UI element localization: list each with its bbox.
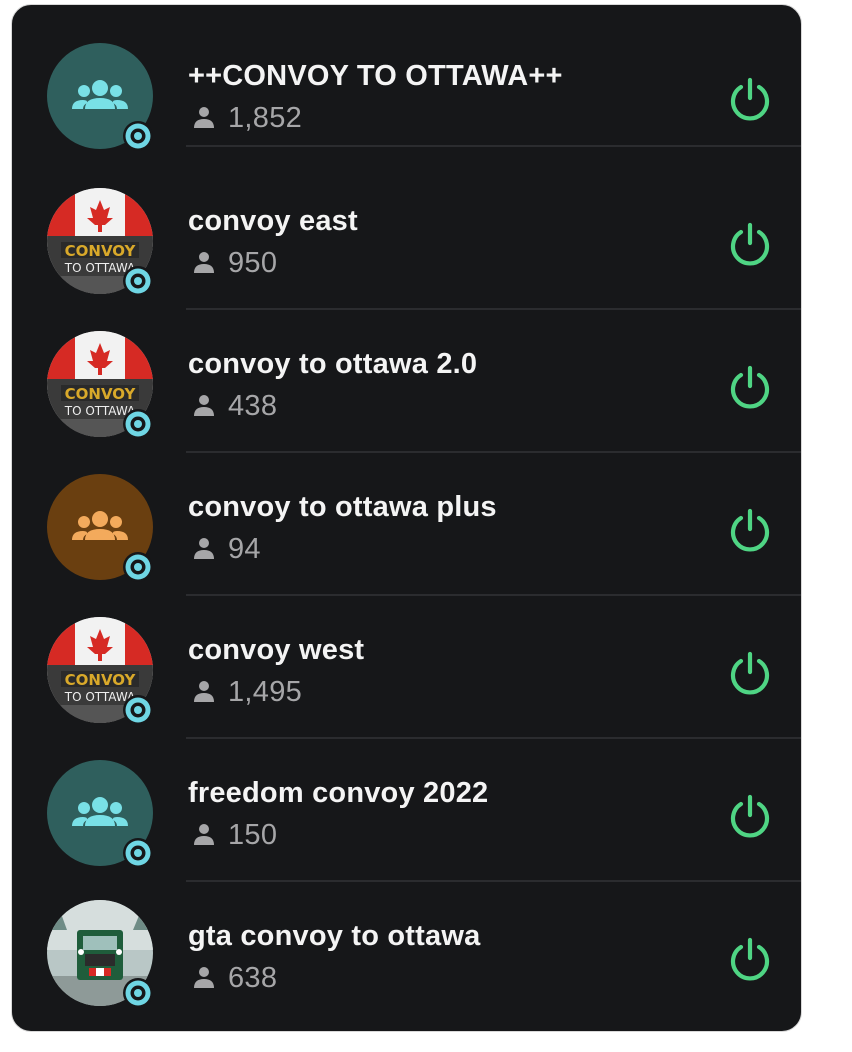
channel-avatar: CONVOY TO OTTAWA [47, 331, 153, 439]
member-count-value: 1,852 [228, 101, 303, 134]
divider [186, 451, 801, 453]
divider [186, 308, 801, 310]
channel-badge-icon [123, 121, 153, 151]
channel-row[interactable]: convoy to ottawa plus 94 [12, 454, 801, 596]
member-count: 438 [193, 389, 277, 423]
channel-name: freedom convoy 2022 [188, 777, 489, 809]
channel-name: gta convoy to ottawa [188, 920, 481, 952]
divider [186, 737, 801, 739]
channel-row[interactable]: CONVOY TO OTTAWA convoy to ottawa 2.0 43… [12, 311, 801, 453]
channel-name: ++CONVOY TO OTTAWA++ [188, 60, 563, 92]
channel-name: convoy east [188, 205, 358, 237]
member-count: 94 [193, 532, 261, 566]
power-icon[interactable] [726, 649, 774, 697]
divider [186, 145, 801, 147]
power-icon[interactable] [726, 792, 774, 840]
channel-avatar [47, 760, 153, 868]
person-icon [194, 252, 214, 273]
power-icon[interactable] [726, 935, 774, 983]
channel-badge-icon [123, 978, 153, 1008]
member-count: 1,495 [193, 675, 302, 709]
channel-row[interactable]: ++CONVOY TO OTTAWA++ 1,852 [12, 5, 801, 151]
svg-text:CONVOY: CONVOY [65, 242, 137, 260]
channel-name: convoy to ottawa plus [188, 491, 497, 523]
channel-avatar [47, 474, 153, 582]
channel-badge-icon [123, 409, 153, 439]
channel-name: convoy west [188, 634, 365, 666]
channel-name: convoy to ottawa 2.0 [188, 348, 478, 380]
channel-avatar [47, 900, 153, 1008]
member-count-value: 638 [228, 961, 278, 994]
power-icon[interactable] [726, 363, 774, 411]
person-icon [194, 538, 214, 559]
member-count-value: 1,495 [228, 675, 303, 708]
person-icon [194, 395, 214, 416]
member-count: 638 [193, 961, 277, 995]
member-count: 150 [193, 818, 277, 852]
channel-badge-icon [123, 838, 153, 868]
svg-text:CONVOY: CONVOY [65, 385, 137, 403]
channel-row[interactable]: CONVOY TO OTTAWA convoy east 950 [12, 168, 801, 310]
member-count: 950 [193, 246, 277, 280]
person-icon [194, 824, 214, 845]
channel-avatar: CONVOY TO OTTAWA [47, 188, 153, 296]
person-icon [194, 681, 214, 702]
channel-row[interactable]: gta convoy to ottawa 638 [12, 883, 801, 1025]
power-icon[interactable] [726, 75, 774, 123]
member-count-value: 438 [228, 389, 278, 422]
channel-row[interactable]: freedom convoy 2022 150 [12, 740, 801, 882]
member-count-value: 150 [228, 818, 278, 851]
channel-avatar: CONVOY TO OTTAWA [47, 617, 153, 725]
channel-badge-icon [123, 266, 153, 296]
power-icon[interactable] [726, 506, 774, 554]
person-icon [194, 107, 214, 128]
svg-text:CONVOY: CONVOY [65, 671, 137, 689]
divider [186, 594, 801, 596]
person-icon [194, 967, 214, 988]
power-icon[interactable] [726, 220, 774, 268]
channel-badge-icon [123, 552, 153, 582]
channel-row[interactable]: CONVOY TO OTTAWA convoy west 1,495 [12, 597, 801, 739]
divider [186, 880, 801, 882]
channel-avatar [47, 43, 153, 151]
member-count: 1,852 [193, 101, 302, 135]
member-count-value: 94 [228, 532, 261, 565]
channel-badge-icon [123, 695, 153, 725]
channel-list-panel: ++CONVOY TO OTTAWA++ 1,852 CONVOY TO OTT… [11, 4, 802, 1032]
member-count-value: 950 [228, 246, 278, 279]
